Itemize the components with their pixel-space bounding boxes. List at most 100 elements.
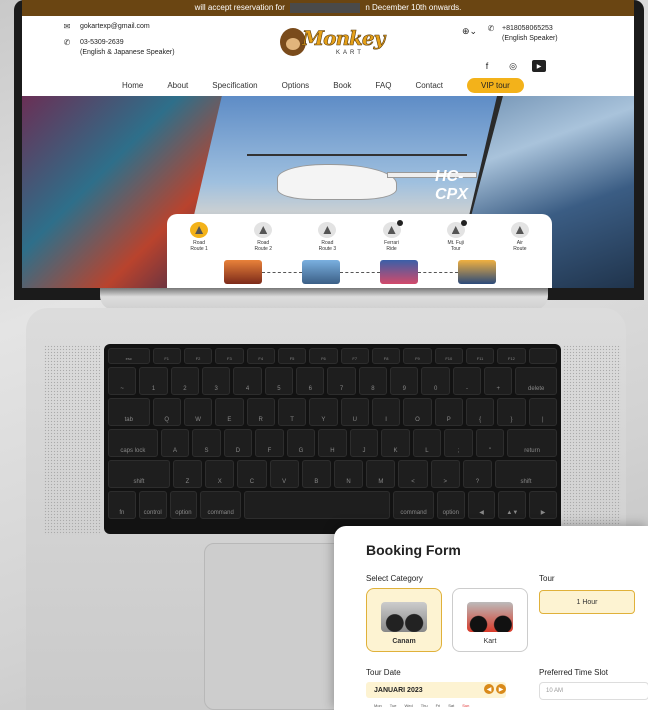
nav-home[interactable]: Home (122, 81, 143, 90)
key-t[interactable]: T (277, 398, 307, 426)
stop-thumbnail[interactable] (223, 260, 262, 284)
prev-month-icon[interactable]: ◀ (484, 684, 494, 694)
delete-key[interactable]: delete (515, 367, 557, 395)
monkey-kart-logo[interactable]: Monkey KART (280, 24, 390, 64)
key-k[interactable]: K (381, 429, 410, 457)
vip-tour-button[interactable]: VIP tour (467, 78, 524, 93)
key-i[interactable]: I (371, 398, 401, 426)
key-3[interactable]: 3 (202, 367, 231, 395)
f11-key[interactable]: F11 (465, 348, 495, 364)
key-6[interactable]: 6 (296, 367, 325, 395)
key-h[interactable]: H (318, 429, 347, 457)
route-road-3[interactable]: Road Route 3 (298, 222, 356, 252)
key-v[interactable]: V (269, 460, 299, 488)
key-5[interactable]: 5 (264, 367, 294, 395)
control-key[interactable]: control (138, 491, 167, 519)
nav-specification[interactable]: Specification (212, 81, 257, 90)
right-brace-key[interactable]: } (497, 398, 526, 426)
stop-thumbnail[interactable] (379, 260, 418, 284)
command-key[interactable]: command (200, 491, 241, 519)
email-link[interactable]: gokartexp@gmail.com (80, 22, 150, 32)
f1-key[interactable]: F1 (152, 348, 181, 364)
nav-options[interactable]: Options (282, 81, 310, 90)
comma-key[interactable]: < (398, 460, 428, 488)
route-ferrari[interactable]: Ferrari Ride (363, 220, 421, 252)
quote-key[interactable]: " (475, 429, 505, 457)
left-shift-key[interactable]: shift (108, 460, 170, 488)
key-9[interactable]: 9 (390, 367, 419, 395)
key-r[interactable]: R (246, 398, 275, 426)
nav-book[interactable]: Book (333, 81, 351, 90)
key-x[interactable]: X (205, 460, 235, 488)
route-air[interactable]: Air Route (491, 222, 549, 252)
phone-jp[interactable]: 03-5309-2639 (80, 38, 175, 48)
slash-key[interactable]: ? (462, 460, 493, 488)
key-d[interactable]: D (223, 429, 253, 457)
f3-key[interactable]: F3 (215, 348, 244, 364)
stop-thumbnail[interactable] (301, 260, 340, 284)
key-j[interactable]: J (349, 429, 379, 457)
period-key[interactable]: > (430, 460, 460, 488)
globe-language-icon[interactable]: ⊕⌄ (462, 26, 477, 36)
right-option-key[interactable]: option (436, 491, 465, 519)
route-road-1[interactable]: Road Route 1 (170, 222, 228, 252)
key-q[interactable]: Q (152, 398, 181, 426)
option-key[interactable]: option (169, 491, 198, 519)
esc-key[interactable]: esc (108, 348, 150, 364)
nav-about[interactable]: About (167, 81, 188, 90)
key-s[interactable]: S (192, 429, 221, 457)
f7-key[interactable]: F7 (340, 348, 369, 364)
category-canam[interactable]: Canam (366, 588, 442, 652)
tour-option-1-hour[interactable]: 1 Hour (539, 590, 635, 614)
tab-key[interactable]: tab (108, 398, 150, 426)
key-m[interactable]: M (366, 460, 396, 488)
stop-thumbnail[interactable] (457, 260, 496, 284)
key-2[interactable]: 2 (170, 367, 200, 395)
f6-key[interactable]: F6 (309, 348, 338, 364)
arrow-right-key[interactable]: ▶ (529, 491, 557, 519)
nav-faq[interactable]: FAQ (375, 81, 391, 90)
key-u[interactable]: U (340, 398, 369, 426)
route-road-2[interactable]: Road Route 2 (234, 222, 292, 252)
category-kart[interactable]: Kart (452, 588, 528, 652)
backslash-key[interactable]: | (528, 398, 557, 426)
time-slot-select[interactable]: 10 AM (539, 682, 648, 700)
key-7[interactable]: 7 (327, 367, 356, 395)
youtube-icon[interactable]: ▶ (532, 60, 546, 72)
key-w[interactable]: W (183, 398, 213, 426)
key-z[interactable]: Z (172, 460, 203, 488)
arrow-up-down-key[interactable]: ▲▼ (498, 491, 527, 519)
fn-key[interactable]: fn (108, 491, 136, 519)
plus-key[interactable]: + (484, 367, 513, 395)
key-0[interactable]: 0 (421, 367, 450, 395)
key-n[interactable]: N (333, 460, 364, 488)
route-fuji[interactable]: Mt. Fuji Tour (427, 220, 485, 252)
tilde-key[interactable]: ~ (108, 367, 137, 395)
right-shift-key[interactable]: shift (495, 460, 557, 488)
key-o[interactable]: O (403, 398, 432, 426)
arrow-left-key[interactable]: ◀ (467, 491, 496, 519)
f5-key[interactable]: F5 (277, 348, 307, 364)
minus-key[interactable]: - (452, 367, 482, 395)
key-c[interactable]: C (237, 460, 267, 488)
caps-lock-key[interactable]: caps lock (108, 429, 158, 457)
space-bar[interactable] (243, 491, 391, 519)
f12-key[interactable]: F12 (497, 348, 526, 364)
f8-key[interactable]: F8 (371, 348, 401, 364)
instagram-icon[interactable]: ◎ (506, 60, 520, 72)
f9-key[interactable]: F9 (403, 348, 432, 364)
key-1[interactable]: 1 (139, 367, 168, 395)
left-brace-key[interactable]: { (465, 398, 495, 426)
facebook-icon[interactable]: f (480, 60, 494, 72)
next-month-icon[interactable]: ▶ (496, 684, 506, 694)
key-p[interactable]: P (434, 398, 463, 426)
key-e[interactable]: E (215, 398, 244, 426)
key-y[interactable]: Y (309, 398, 338, 426)
f2-key[interactable]: F2 (183, 348, 213, 364)
phone-intl[interactable]: +818058065253 (502, 24, 558, 34)
right-command-key[interactable]: command (393, 491, 434, 519)
f4-key[interactable]: F4 (246, 348, 275, 364)
nav-contact[interactable]: Contact (415, 81, 443, 90)
key-b[interactable]: B (301, 460, 331, 488)
key-f[interactable]: F (255, 429, 284, 457)
